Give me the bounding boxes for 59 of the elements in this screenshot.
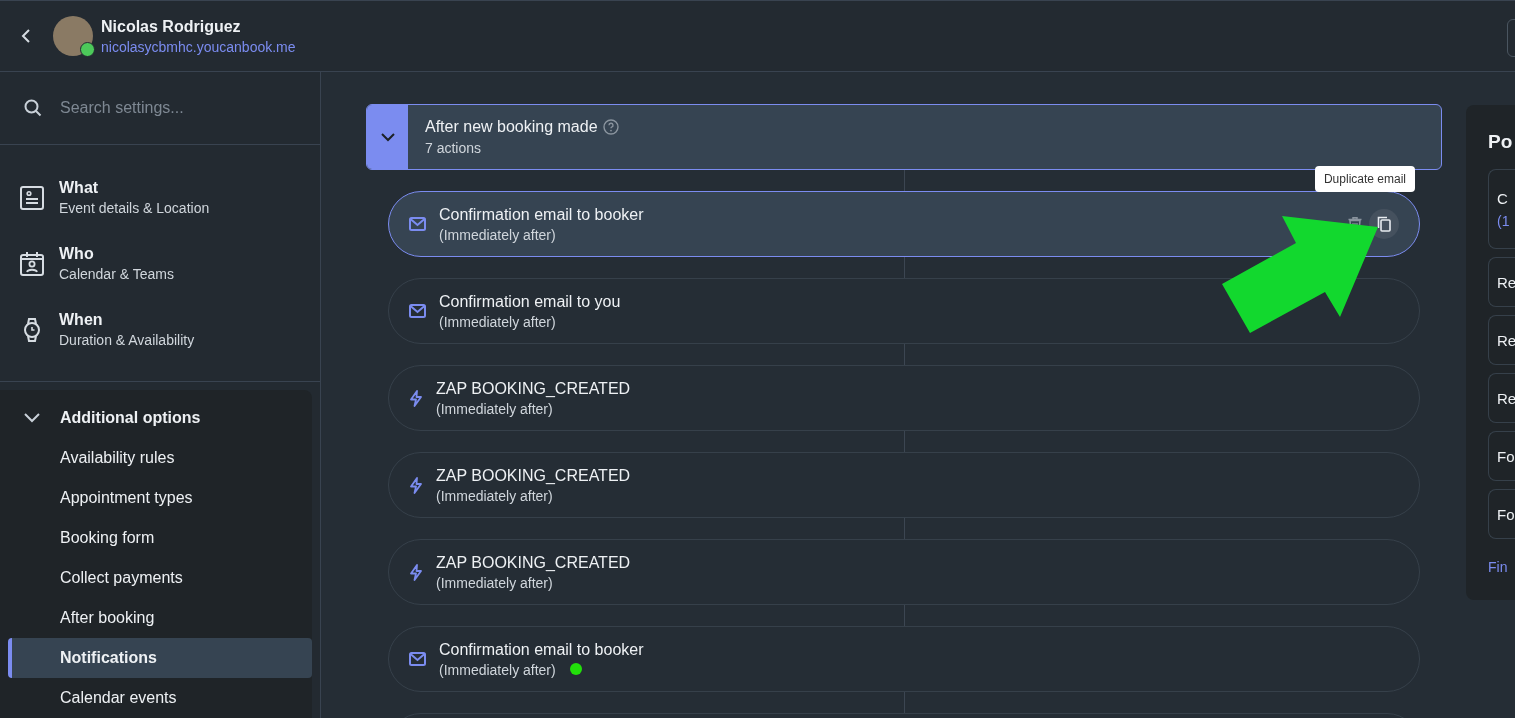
nav-item[interactable]: Collect payments — [8, 558, 312, 598]
nav-item[interactable]: After booking — [8, 598, 312, 638]
panel-card[interactable]: Fo — [1488, 489, 1515, 539]
section-title[interactable]: Who — [59, 245, 174, 264]
copy-icon — [1377, 216, 1391, 232]
panel-card[interactable]: Re — [1488, 373, 1515, 423]
panel-card[interactable]: C (1 — [1488, 169, 1515, 249]
panel-card[interactable]: Fo — [1488, 431, 1515, 481]
booking-page-link[interactable]: nicolasycbmhc.youcanbook.me — [101, 38, 296, 55]
action-timing: (Immediately after) — [436, 574, 553, 591]
action-title: Confirmation email to you — [439, 292, 621, 311]
help-icon[interactable] — [602, 119, 619, 135]
section-subtitle: Calendar & Teams — [59, 266, 174, 283]
nav-item[interactable]: Booking form — [8, 518, 312, 558]
section-subtitle: Event details & Location — [59, 200, 210, 217]
action-timing: (Immediately after) — [439, 226, 556, 243]
section-title[interactable]: What — [59, 179, 210, 198]
action-timing: (Immediately after) — [439, 313, 556, 330]
tooltip: Duplicate email — [1314, 166, 1415, 192]
user-name: Nicolas Rodriguez — [101, 17, 242, 36]
action-timing: (Immediately after) — [436, 400, 553, 417]
lightning-icon — [409, 476, 423, 494]
action-title: Confirmation email to booker — [439, 205, 644, 224]
calendar-person-icon — [19, 250, 45, 277]
chevron-icon — [380, 132, 395, 142]
section-title[interactable]: Additional options — [60, 409, 201, 427]
action-title: ZAP BOOKING_CREATED — [436, 553, 631, 572]
panel-card[interactable]: Re — [1488, 315, 1515, 365]
document-icon — [19, 184, 45, 211]
nav-item[interactable]: Calendar events — [8, 678, 312, 718]
envelope-icon — [409, 652, 426, 666]
chevron-icon[interactable] — [24, 413, 40, 423]
section-subtitle: Duration & Availability — [59, 332, 195, 349]
group-title: After new booking made — [425, 118, 598, 136]
search-field[interactable]: Search settings... — [60, 98, 280, 117]
panel-link[interactable]: Fin — [1488, 559, 1515, 575]
marker-dot — [570, 663, 582, 675]
action-timing: (Immediately after) — [436, 487, 553, 504]
lightning-icon — [409, 563, 423, 581]
search-icon — [24, 98, 42, 117]
action-title: ZAP BOOKING_CREATED — [436, 466, 631, 485]
avatar — [53, 16, 93, 56]
envelope-icon — [409, 217, 426, 231]
action-count: 7 actions — [425, 140, 483, 156]
section-title[interactable]: When — [59, 311, 195, 330]
envelope-icon — [409, 304, 426, 318]
duplicate-button[interactable] — [1369, 209, 1399, 239]
panel-title: Po — [1488, 131, 1514, 153]
collapse-toggle[interactable] — [367, 105, 408, 169]
action-title: Confirmation email to booker — [439, 640, 644, 659]
panel-card[interactable]: Re — [1488, 257, 1515, 307]
lightning-icon — [409, 389, 423, 407]
nav-item[interactable]: Notifications — [8, 638, 312, 678]
action-timing: (Immediately after) — [439, 661, 556, 678]
nav-item[interactable]: Availability rules — [8, 438, 312, 478]
nav-item[interactable]: Appointment types — [8, 478, 312, 518]
action-title: ZAP BOOKING_CREATED — [436, 379, 631, 398]
trigger-group-header[interactable]: After new booking made 7 actions — [366, 104, 1442, 170]
back-icon[interactable] — [20, 28, 32, 44]
